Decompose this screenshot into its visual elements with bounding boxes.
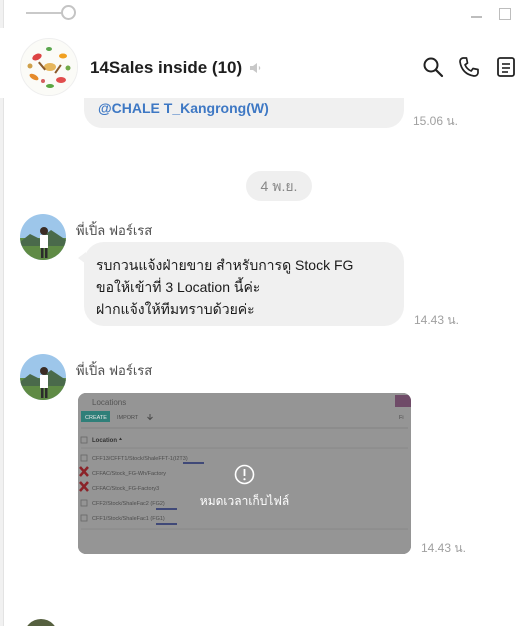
date-separator: 4 พ.ย. xyxy=(246,171,312,201)
preview-import-button: IMPORT xyxy=(117,415,139,421)
message-text-line: รบกวนแจ้งฝ่ายขาย สำหรับการดู Stock FG xyxy=(96,257,354,273)
zoom-slider-knob-icon[interactable] xyxy=(61,5,76,20)
window-controls xyxy=(0,0,528,28)
chat-header: 14Sales inside (10) xyxy=(0,28,528,98)
preview-filters-label: Fi xyxy=(399,415,404,421)
minimize-icon[interactable] xyxy=(469,5,485,21)
sender-avatar[interactable] xyxy=(20,354,66,400)
message-bubble[interactable]: รบกวนแจ้งฝ่ายขาย สำหรับการดู Stock FG ขอ… xyxy=(78,242,404,326)
image-message[interactable]: Locations CREATE IMPORT Fi Location CFF1… xyxy=(78,393,411,554)
preview-row: CFF13/CFFT1/Stock/ShaleFFT-1(I2T3) xyxy=(92,456,188,462)
message-text-line: ฝากแจ้งให้ทีมทราบด้วยค่ะ xyxy=(96,301,255,317)
sender-avatar[interactable] xyxy=(24,619,58,626)
search-icon[interactable] xyxy=(422,56,444,78)
profile-photo-icon xyxy=(20,214,66,260)
message-text-line: ขอให้เข้าที่ 3 Location นี้ค่ะ xyxy=(96,279,261,295)
preview-create-button: CREATE xyxy=(85,415,107,421)
phone-icon[interactable] xyxy=(458,56,480,78)
sender-avatar[interactable] xyxy=(20,214,66,260)
note-icon[interactable] xyxy=(495,56,517,78)
preview-row: CFF1/Stock/ShaleFac1 (FG1) xyxy=(92,516,165,522)
sender-name: พี่เปิ้ล ฟอร์เรส xyxy=(76,223,153,238)
chat-title: 14Sales inside (10) xyxy=(90,58,243,77)
expired-file-text: หมดเวลาเก็บไฟล์ xyxy=(199,494,290,508)
profile-photo-icon xyxy=(20,354,66,400)
message-time: 15.06 น. xyxy=(413,114,458,128)
food-illustration-icon xyxy=(21,39,77,95)
preview-title: Locations xyxy=(92,398,126,407)
sender-name: พี่เปิ้ล ฟอร์เรส xyxy=(76,363,153,378)
preview-row: CFFAC/Stock_FG-Wh/Factory xyxy=(92,471,166,477)
speaker-muted-icon[interactable] xyxy=(248,60,264,76)
chat-window: ) [ 14Sales insid xyxy=(0,0,528,626)
maximize-icon[interactable] xyxy=(497,5,513,21)
zoom-slider-track[interactable] xyxy=(26,12,64,14)
timeout-icon xyxy=(234,464,255,485)
group-avatar[interactable] xyxy=(20,38,78,96)
mention-link[interactable]: @CHALE T_Kangrong(W) xyxy=(98,100,269,116)
preview-column-header: Location xyxy=(92,438,117,444)
message-time: 14.43 น. xyxy=(421,541,466,555)
message-time: 14.43 น. xyxy=(414,313,459,327)
